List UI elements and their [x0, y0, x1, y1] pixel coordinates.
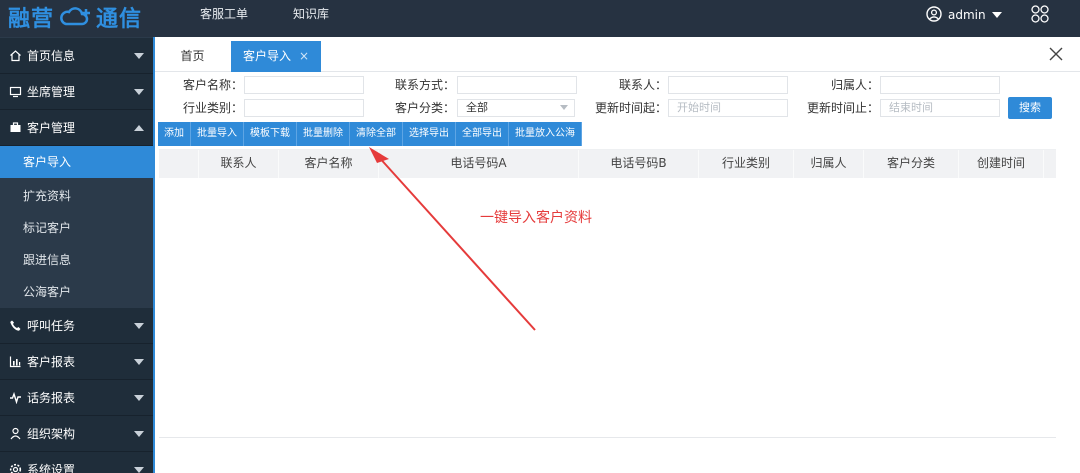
contact-method-input[interactable]: [457, 76, 577, 94]
table-footer: [159, 437, 1056, 473]
contact-person-label: 联系人：: [618, 78, 667, 92]
sidebar-item-seat-management[interactable]: 坐席管理: [0, 74, 153, 110]
topnav-knowledge-base[interactable]: 知识库: [293, 0, 329, 30]
table-header-cell[interactable]: 创建时间: [959, 150, 1044, 178]
table-header: 联系人 客户名称 电话号码A 电话号码B 行业类别 归属人 客户分类 创建时间: [159, 150, 1056, 178]
sidebar-subitem-follow-up[interactable]: 跟进信息: [0, 244, 153, 276]
logo-text-right: 通信: [96, 7, 143, 32]
template-download-button[interactable]: 模板下载: [244, 122, 297, 146]
apps-grid-icon[interactable]: [1030, 4, 1050, 24]
annotation-arrow: [369, 147, 536, 331]
settings-icon: [7, 463, 23, 473]
sidebar-item-home-info[interactable]: 首页信息: [0, 38, 153, 74]
top-bar: 融营 通信 客服工单 知识库 admin: [0, 0, 1080, 37]
export-selected-button[interactable]: 选择导出: [403, 122, 456, 146]
sidebar: 首页信息 坐席管理 客户管理 客户导入 扩充资料 标记客户 跟进信息 公海客户 …: [0, 37, 153, 473]
add-button[interactable]: 添加: [158, 122, 191, 146]
table-header-cell[interactable]: 联系人: [199, 150, 279, 178]
user-name: admin: [948, 8, 986, 22]
search-button[interactable]: 搜索: [1008, 97, 1052, 119]
tab-home[interactable]: 首页: [155, 41, 230, 72]
main-panel: 首页 客户导入 × 客户名称： 联系方式： 联系人： 归属人： 行业类别： 客户分…: [153, 37, 1080, 473]
bar-chart-icon: [7, 355, 23, 368]
batch-to-public-pool-button[interactable]: 批量放入公海: [509, 122, 582, 146]
filter-row-1: 客户名称： 联系方式： 联系人： 归属人：: [155, 76, 1080, 94]
annotation-text: 一键导入客户资料: [480, 210, 592, 226]
batch-import-button[interactable]: 批量导入: [191, 122, 244, 146]
table-header-cell[interactable]: 客户分类: [864, 150, 959, 178]
tab-bar: 首页 客户导入 ×: [155, 37, 1080, 72]
briefcase-icon: [7, 121, 23, 134]
category-select[interactable]: 全部: [457, 99, 575, 117]
sidebar-item-label: 话务报表: [27, 391, 76, 405]
category-select-value: 全部: [466, 101, 488, 114]
close-icon[interactable]: [1048, 46, 1064, 62]
tab-close-icon[interactable]: ×: [299, 49, 309, 63]
tab-customer-import[interactable]: 客户导入 ×: [231, 41, 321, 72]
batch-delete-button[interactable]: 批量删除: [297, 122, 350, 146]
phone-icon: [7, 319, 23, 332]
chevron-down-icon: [991, 12, 1002, 18]
sidebar-item-system-settings[interactable]: 系统设置: [0, 452, 153, 473]
table-header-cell[interactable]: 电话号码B: [579, 150, 699, 178]
industry-input[interactable]: [244, 99, 364, 117]
sidebar-item-label: 坐席管理: [27, 85, 76, 99]
update-end-input[interactable]: 结束时间: [880, 99, 1000, 117]
update-end-label: 更新时间止：: [806, 101, 879, 115]
org-icon: [7, 427, 23, 440]
category-label: 客户分类：: [394, 101, 455, 115]
sidebar-item-label: 客户报表: [27, 355, 76, 369]
chevron-down-icon: [134, 359, 144, 365]
chevron-down-icon: [134, 323, 144, 329]
cloud-plus-icon: [58, 6, 92, 28]
action-toolbar: 添加 批量导入 模板下载 批量删除 清除全部 选择导出 全部导出 批量放入公海: [158, 122, 582, 146]
chevron-down-icon: [134, 53, 144, 59]
chevron-down-icon: [560, 105, 568, 110]
chevron-up-icon: [134, 125, 144, 131]
customer-table: 联系人 客户名称 电话号码A 电话号码B 行业类别 归属人 客户分类 创建时间: [159, 149, 1056, 443]
sidebar-item-call-task[interactable]: 呼叫任务: [0, 308, 153, 344]
monitor-icon: [7, 85, 23, 98]
chevron-down-icon: [134, 89, 144, 95]
chevron-down-icon: [134, 431, 144, 437]
clear-all-button[interactable]: 清除全部: [350, 122, 403, 146]
user-circle-icon: [926, 5, 942, 25]
app-logo[interactable]: 融营 通信: [8, 3, 143, 32]
sidebar-item-label: 组织架构: [27, 427, 76, 441]
filter-row-2: 行业类别： 客户分类： 全部 更新时间起： 开始时间 更新时间止： 结束时间: [155, 99, 1080, 117]
activity-icon: [7, 391, 23, 404]
contact-person-input[interactable]: [668, 76, 788, 94]
industry-label: 行业类别：: [182, 101, 243, 115]
sidebar-subitem-public-pool[interactable]: 公海客户: [0, 276, 153, 308]
update-start-input[interactable]: 开始时间: [668, 99, 788, 117]
sidebar-item-customer-management[interactable]: 客户管理: [0, 110, 153, 146]
tab-label: 客户导入: [242, 49, 291, 63]
chevron-down-icon: [134, 467, 144, 473]
sidebar-item-org-structure[interactable]: 组织架构: [0, 416, 153, 452]
sidebar-subitem-customer-import[interactable]: 客户导入: [0, 146, 153, 178]
sidebar-subitem-mark-customer[interactable]: 标记客户: [0, 212, 153, 244]
customer-name-input[interactable]: [244, 76, 364, 94]
sidebar-item-call-report[interactable]: 话务报表: [0, 380, 153, 416]
topnav-ticket[interactable]: 客服工单: [200, 0, 248, 30]
customer-name-label: 客户名称：: [182, 78, 243, 92]
logo-text-left: 融营: [8, 7, 55, 32]
sidebar-item-customer-report[interactable]: 客户报表: [0, 344, 153, 380]
owner-input[interactable]: [880, 76, 1000, 94]
table-header-cell[interactable]: 归属人: [794, 150, 864, 178]
sidebar-item-label: 呼叫任务: [27, 319, 76, 333]
chevron-down-icon: [134, 395, 144, 401]
table-header-cell[interactable]: 行业类别: [699, 150, 794, 178]
user-menu[interactable]: admin: [926, 5, 1002, 25]
home-icon: [7, 49, 23, 62]
export-all-button[interactable]: 全部导出: [456, 122, 509, 146]
sidebar-subitem-extend-info[interactable]: 扩充资料: [0, 180, 153, 212]
owner-label: 归属人：: [830, 78, 879, 92]
sidebar-item-label: 首页信息: [27, 49, 76, 63]
contact-method-label: 联系方式：: [394, 78, 455, 92]
sidebar-item-label: 系统设置: [27, 463, 76, 473]
update-start-label: 更新时间起：: [594, 101, 667, 115]
sidebar-item-label: 客户管理: [27, 121, 76, 135]
table-header-checkbox-col: [159, 150, 199, 178]
